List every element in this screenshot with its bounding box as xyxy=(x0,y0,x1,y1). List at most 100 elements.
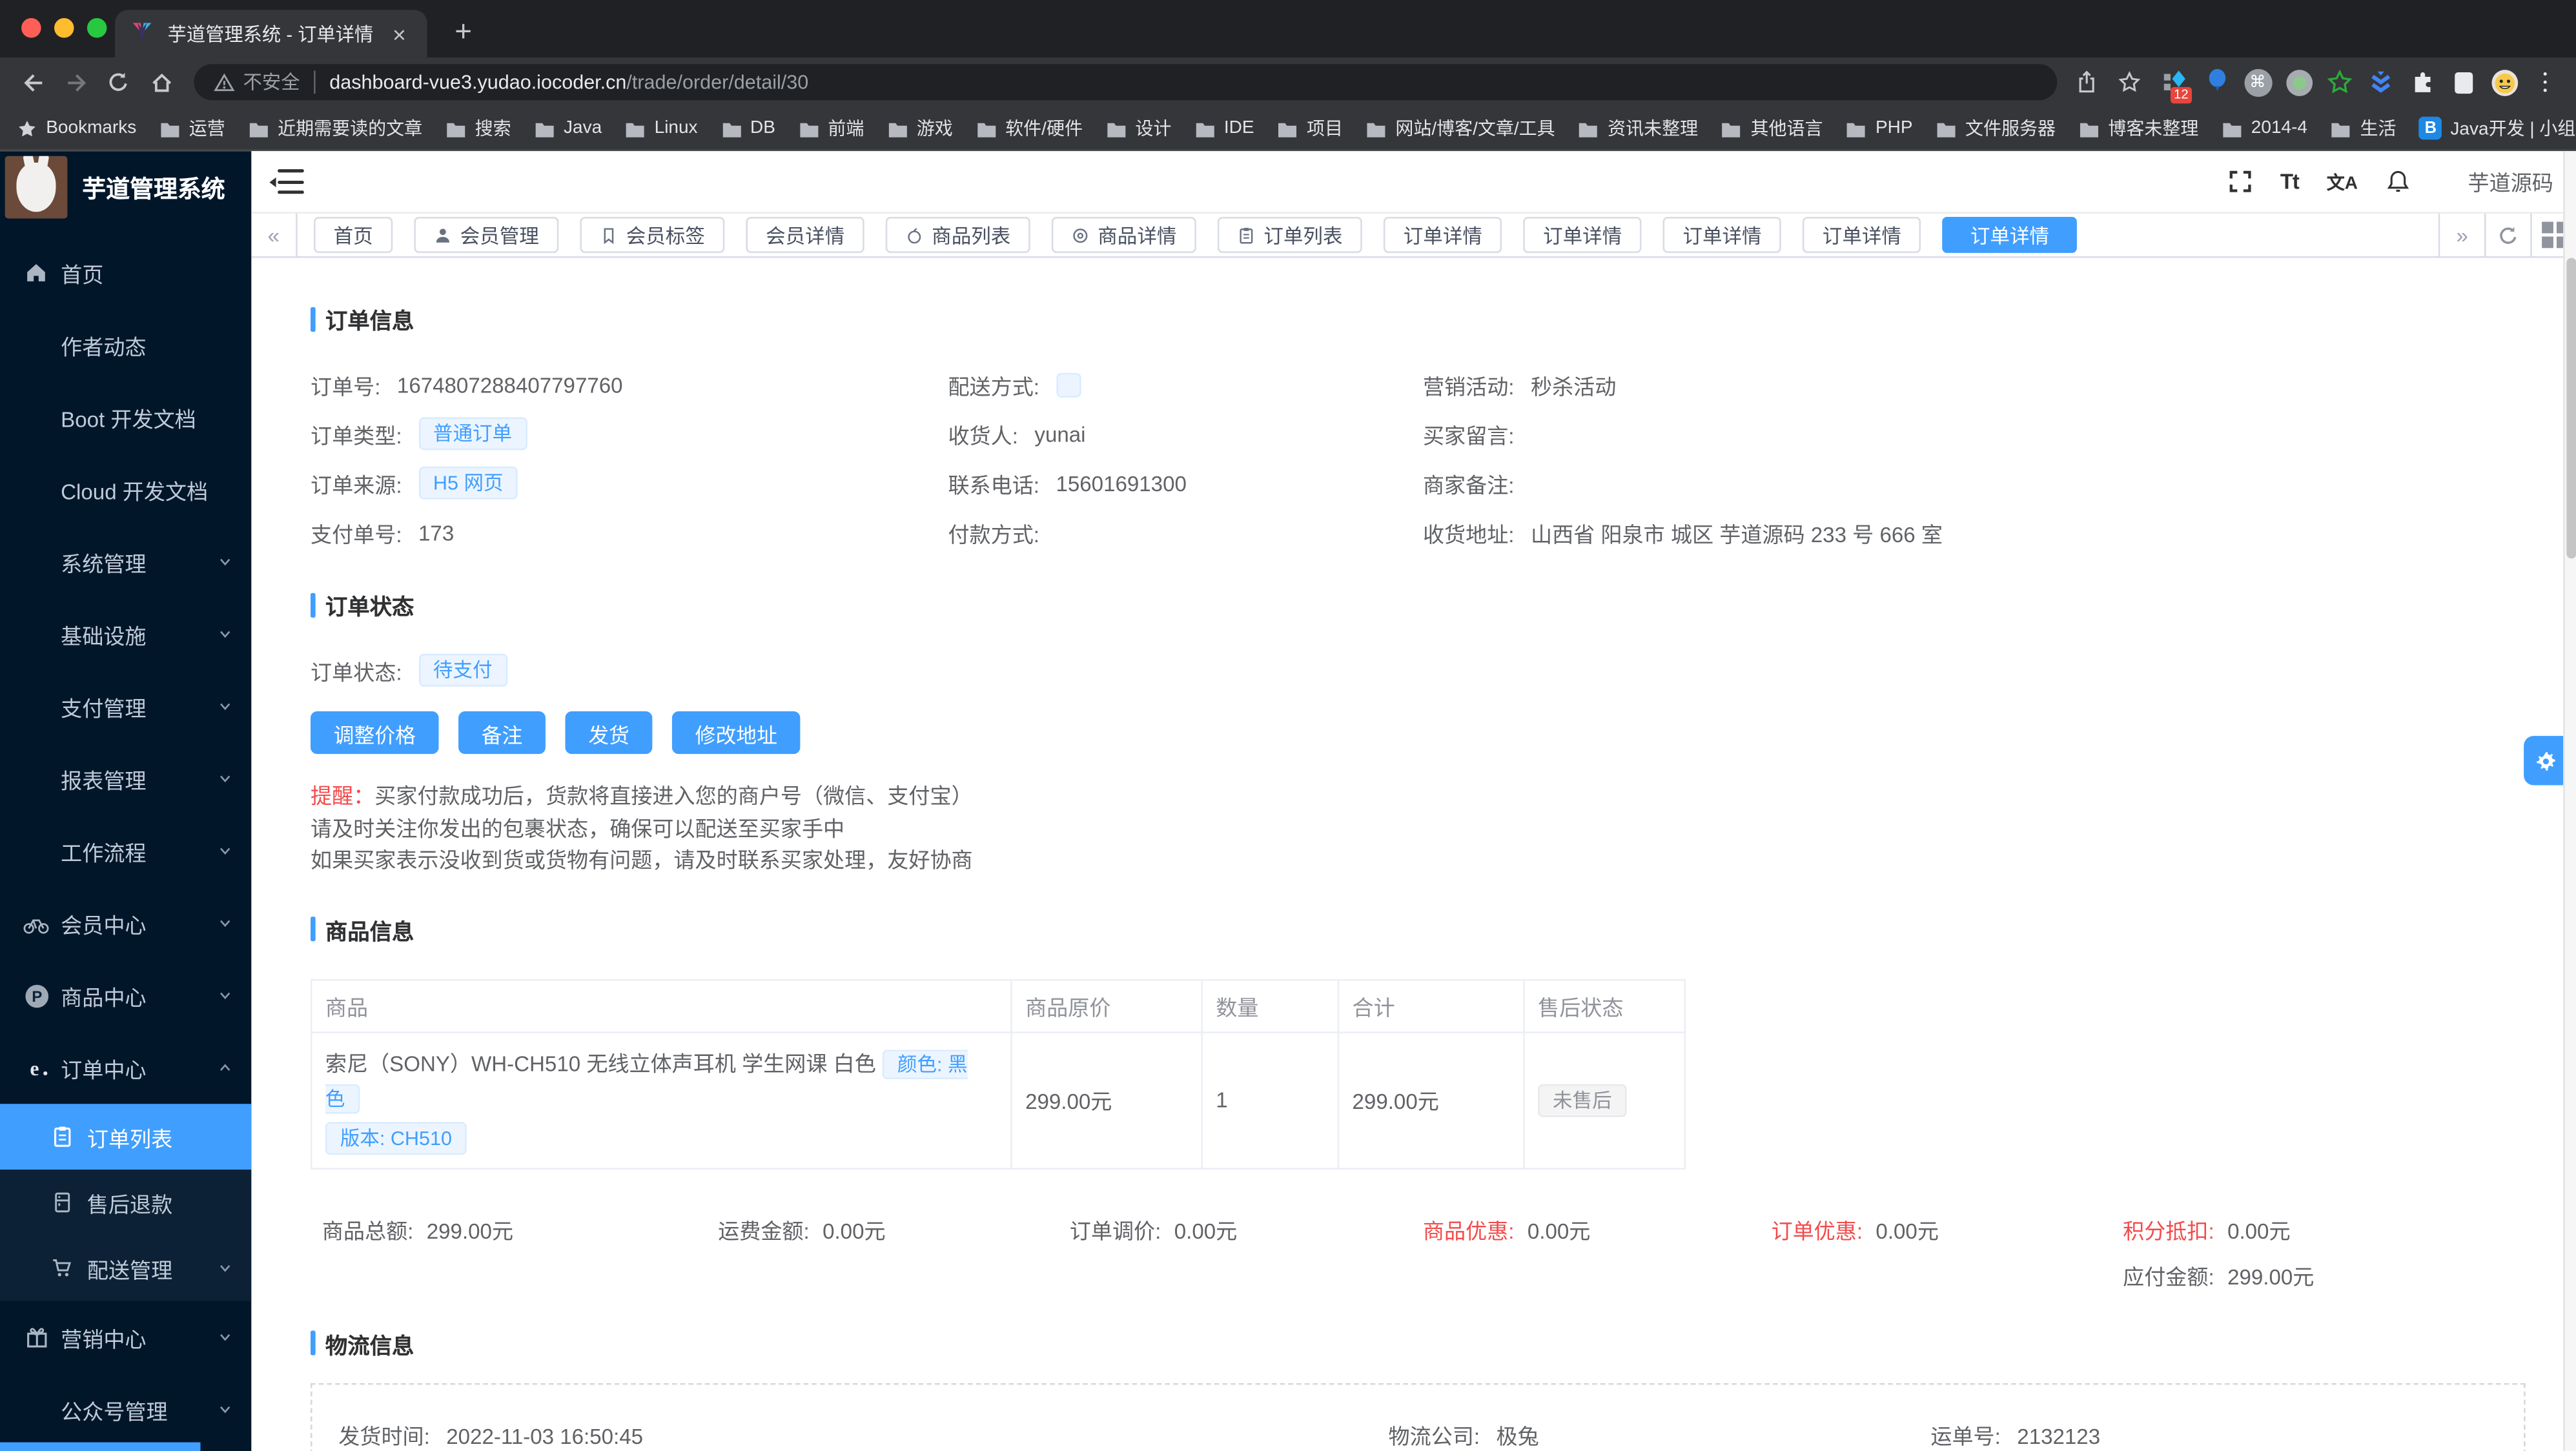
tabs-scroll-left-icon[interactable]: « xyxy=(251,213,298,257)
bookmark-star-icon[interactable] xyxy=(2110,63,2149,102)
window-controls[interactable] xyxy=(21,17,107,38)
fullscreen-icon[interactable] xyxy=(2227,169,2252,194)
bookmark-folder[interactable]: 生活 xyxy=(2331,115,2396,141)
adjust-price-button[interactable]: 调整价格 xyxy=(311,711,439,755)
bookmark-folder[interactable]: 前端 xyxy=(799,115,864,141)
zoom-window-button[interactable] xyxy=(87,17,107,38)
col-total: 合计 xyxy=(1337,978,1525,1033)
url-bar[interactable]: 不安全 dashboard-vue3.yudao.iocoder.cn/trad… xyxy=(194,64,2058,101)
bookmark-folder[interactable]: 项目 xyxy=(1277,115,1343,141)
section-title: 商品信息 xyxy=(325,918,414,944)
edit-address-button[interactable]: 修改地址 xyxy=(672,711,801,755)
sidebar-item-delivery-mgmt[interactable]: 配送管理 xyxy=(0,1235,251,1301)
tabs-scroll-right-icon[interactable]: » xyxy=(2438,213,2484,257)
sidebar-item-author-news[interactable]: 作者动态 xyxy=(0,309,251,381)
user-menu[interactable]: 芋道源码 xyxy=(2468,166,2553,197)
bookmark-folder[interactable]: 网站/博客/文章/工具 xyxy=(1366,115,1555,141)
bookmark-folder[interactable]: 设计 xyxy=(1106,115,1171,141)
bookmark-folder[interactable]: 近期需要读的文章 xyxy=(248,115,422,141)
page-tab-order-detail-active[interactable]: 订单详情 xyxy=(1942,216,2078,253)
seller-note-label: 商家备注: xyxy=(1422,472,1515,497)
browser-tab[interactable]: 芋道管理系统 - 订单详情 × xyxy=(115,10,427,58)
language-icon[interactable]: 文A xyxy=(2327,168,2358,195)
extensions-puzzle-icon[interactable] xyxy=(2404,64,2440,100)
sidebar-item-infra[interactable]: 基础设施 xyxy=(0,598,251,670)
sidebar-item-report[interactable]: 报表管理 xyxy=(0,742,251,815)
bookmark-java-group[interactable]: BJava开发 | 小组首... xyxy=(2419,115,2576,141)
sidebar-item-official-account[interactable]: 公众号管理 xyxy=(0,1374,251,1446)
page-tab-order-detail[interactable]: 订单详情 xyxy=(1662,216,1782,253)
bell-icon[interactable] xyxy=(2386,169,2410,194)
bookmark-folder[interactable]: 资讯未整理 xyxy=(1578,115,1698,141)
back-button[interactable] xyxy=(13,63,52,102)
home-button[interactable] xyxy=(141,63,181,102)
page-tab-order-detail[interactable]: 订单详情 xyxy=(1384,216,1502,253)
bookmark-folder[interactable]: 游戏 xyxy=(887,115,953,141)
settings-gear-button[interactable] xyxy=(2524,736,2568,786)
extension-balloon-icon[interactable] xyxy=(2198,64,2234,100)
sidebar-item-after-sale-refund[interactable]: 售后退款 xyxy=(0,1170,251,1235)
sidebar-item-order-center[interactable]: e 订单中心 xyxy=(0,1031,251,1104)
tab-close-icon[interactable]: × xyxy=(386,21,413,47)
page-tab-order-list[interactable]: 订单列表 xyxy=(1218,216,1363,253)
extension-reader-icon[interactable] xyxy=(2445,64,2481,100)
bookmark-folder[interactable]: 其他语言 xyxy=(1721,115,1823,141)
bookmark-folder[interactable]: 文件服务器 xyxy=(1936,115,2056,141)
sidebar-item-workflow[interactable]: 工作流程 xyxy=(0,815,251,887)
extension-translate-icon[interactable]: 12 xyxy=(2158,64,2194,104)
bookmark-folder[interactable]: IDE xyxy=(1194,118,1254,138)
chevron-down-icon xyxy=(215,1258,235,1278)
sidebar-item-pay[interactable]: 支付管理 xyxy=(0,670,251,742)
bookmark-folder[interactable]: PHP xyxy=(1846,118,1913,138)
sidebar-item-product-center[interactable]: P 商品中心 xyxy=(0,959,251,1031)
extension-command-icon[interactable]: ⌘ xyxy=(2240,64,2276,100)
font-size-icon[interactable]: Tt xyxy=(2280,169,2300,194)
chevron-up-icon xyxy=(215,1058,235,1078)
extension-chevrons-icon[interactable] xyxy=(2363,64,2399,100)
extension-star-icon[interactable] xyxy=(2322,64,2358,100)
bookmark-folder[interactable]: 搜索 xyxy=(445,115,511,141)
sidebar-item-system[interactable]: 系统管理 xyxy=(0,525,251,598)
forward-button[interactable] xyxy=(56,63,96,102)
tabs-refresh-icon[interactable] xyxy=(2484,213,2530,257)
share-icon[interactable] xyxy=(2067,63,2107,102)
sidebar-item-home[interactable]: 首页 xyxy=(0,236,251,309)
profile-avatar[interactable] xyxy=(2486,64,2522,100)
page-scrollbar[interactable] xyxy=(2563,151,2576,1451)
scrollbar-thumb[interactable] xyxy=(2566,258,2576,559)
svg-text:e: e xyxy=(29,1057,38,1079)
order-brand-icon: e xyxy=(23,1055,50,1081)
bookmark-folder[interactable]: Linux xyxy=(625,118,698,138)
collapse-sidebar-icon[interactable] xyxy=(269,168,304,195)
sidebar-item-member-center[interactable]: 会员中心 xyxy=(0,887,251,959)
page-tab-order-detail[interactable]: 订单详情 xyxy=(1803,216,1921,253)
chevron-down-icon xyxy=(215,1327,235,1347)
sidebar-item-marketing-center[interactable]: 营销中心 xyxy=(0,1301,251,1374)
page-tab-member-mgmt[interactable]: 会员管理 xyxy=(414,216,559,253)
bookmarks-root[interactable]: Bookmarks xyxy=(16,117,136,139)
reload-button[interactable] xyxy=(99,63,138,102)
page-tab-product-detail[interactable]: 商品详情 xyxy=(1051,216,1196,253)
remark-button[interactable]: 备注 xyxy=(458,711,546,755)
minimize-window-button[interactable] xyxy=(54,17,74,38)
sidebar-item-order-list[interactable]: 订单列表 xyxy=(0,1104,252,1170)
bookmark-folder[interactable]: 2014-4 xyxy=(2222,118,2307,138)
bookmark-folder[interactable]: 运营 xyxy=(159,115,225,141)
extension-record-icon[interactable] xyxy=(2280,64,2316,100)
close-window-button[interactable] xyxy=(21,17,41,38)
page-tab-home[interactable]: 首页 xyxy=(314,216,393,253)
page-tab-order-detail[interactable]: 订单详情 xyxy=(1523,216,1642,253)
page-tab-member-tag[interactable]: 会员标签 xyxy=(580,216,725,253)
bookmark-folder[interactable]: Java xyxy=(534,118,602,138)
new-tab-button[interactable]: + xyxy=(444,13,483,52)
sidebar-item-boot-docs[interactable]: Boot 开发文档 xyxy=(0,381,251,453)
bookmark-folder[interactable]: DB xyxy=(721,118,775,138)
ship-button[interactable]: 发货 xyxy=(565,711,653,755)
page-tab-member-detail[interactable]: 会员详情 xyxy=(746,216,864,253)
page-tab-product-list[interactable]: 商品列表 xyxy=(885,216,1030,253)
bookmark-folder[interactable]: 软件/硬件 xyxy=(976,115,1083,141)
bookmark-folder[interactable]: 博客未整理 xyxy=(2079,115,2198,141)
browser-menu-icon[interactable] xyxy=(2527,64,2563,100)
sidebar-item-cloud-docs[interactable]: Cloud 开发文档 xyxy=(0,453,251,525)
app-logo[interactable]: 芋道管理系统 xyxy=(0,151,251,223)
